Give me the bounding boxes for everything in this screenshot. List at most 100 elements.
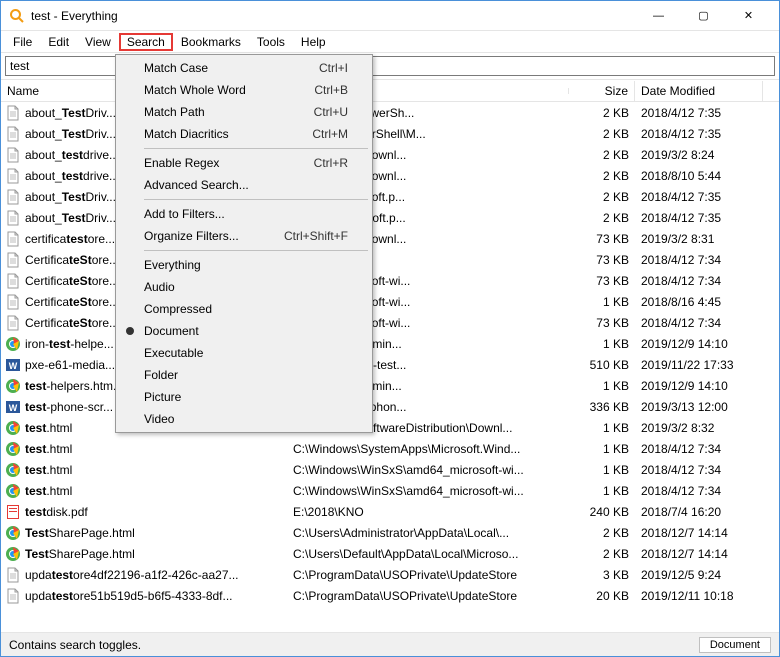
menu-item-label: Match Case [144, 61, 208, 75]
txt-icon [5, 567, 21, 583]
file-path-cell: C:\Windows\WinSxS\amd64_microsoft-wi... [289, 463, 569, 477]
menu-item-match-case[interactable]: Match CaseCtrl+I [118, 57, 370, 79]
file-date-cell: 2018/4/12 7:34 [635, 484, 763, 498]
file-size-cell: 2 KB [569, 547, 635, 561]
file-name: test-phone-scr... [25, 400, 113, 414]
file-date-cell: 2019/11/22 17:33 [635, 358, 763, 372]
menu-item-match-path[interactable]: Match PathCtrl+U [118, 101, 370, 123]
chrome-icon [5, 336, 21, 352]
file-date-cell: 2018/4/12 7:34 [635, 316, 763, 330]
menu-search[interactable]: Search [119, 33, 173, 51]
svg-text:W: W [9, 403, 18, 413]
svg-text:W: W [9, 361, 18, 371]
menu-item-label: Organize Filters... [144, 229, 239, 243]
minimize-button[interactable]: — [636, 1, 681, 31]
table-row[interactable]: updatestore51b519d5-b6f5-4333-8df...C:\P… [1, 585, 779, 606]
table-row[interactable]: TestSharePage.htmlC:\Users\Default\AppDa… [1, 543, 779, 564]
file-date-cell: 2019/12/5 9:24 [635, 568, 763, 582]
menu-item-advanced-search[interactable]: Advanced Search... [118, 174, 370, 196]
menu-item-video[interactable]: Video [118, 408, 370, 430]
file-name: CertificateStore... [25, 295, 119, 309]
file-size-cell: 510 KB [569, 358, 635, 372]
file-date-cell: 2019/3/13 12:00 [635, 400, 763, 414]
file-size-cell: 2 KB [569, 526, 635, 540]
shortcut-label: Ctrl+U [314, 105, 348, 119]
menu-item-match-whole-word[interactable]: Match Whole WordCtrl+B [118, 79, 370, 101]
file-date-cell: 2019/12/9 14:10 [635, 379, 763, 393]
file-size-cell: 3 KB [569, 568, 635, 582]
menu-item-match-diacritics[interactable]: Match DiacriticsCtrl+M [118, 123, 370, 145]
file-date-cell: 2019/3/2 8:32 [635, 421, 763, 435]
menu-item-executable[interactable]: Executable [118, 342, 370, 364]
chrome-icon [5, 420, 21, 436]
filter-indicator[interactable]: Document [699, 637, 771, 653]
menu-item-compressed[interactable]: Compressed [118, 298, 370, 320]
menu-edit[interactable]: Edit [40, 33, 77, 51]
menu-item-audio[interactable]: Audio [118, 276, 370, 298]
shortcut-label: Ctrl+B [314, 83, 348, 97]
menu-separator [144, 250, 368, 251]
file-size-cell: 73 KB [569, 316, 635, 330]
file-name: test.html [25, 421, 72, 435]
file-size-cell: 1 KB [569, 295, 635, 309]
maximize-button[interactable]: ▢ [681, 1, 726, 31]
menu-file[interactable]: File [5, 33, 40, 51]
menu-tools[interactable]: Tools [249, 33, 293, 51]
file-size-cell: 1 KB [569, 442, 635, 456]
txt-icon [5, 147, 21, 163]
file-date-cell: 2018/12/7 14:14 [635, 547, 763, 561]
table-row[interactable]: test.html C:\Windows\WinSxS\amd64_microso… [1, 459, 779, 480]
table-row[interactable]: TestSharePage.htmlC:\Users\Administrator… [1, 522, 779, 543]
file-name-cell: TestSharePage.html [1, 525, 289, 541]
file-date-cell: 2019/12/9 14:10 [635, 337, 763, 351]
file-name-cell: updatestore4df22196-a1f2-426c-aa27... [1, 567, 289, 583]
file-path-cell: E:\2018\KNO [289, 505, 569, 519]
file-name: TestSharePage.html [25, 526, 135, 540]
menu-item-everything[interactable]: Everything [118, 254, 370, 276]
close-button[interactable]: ✕ [726, 1, 771, 31]
file-name: iron-test-helpe... [25, 337, 114, 351]
file-name: test-helpers.htm... [25, 379, 123, 393]
txt-icon [5, 315, 21, 331]
status-text: Contains search toggles. [9, 638, 141, 652]
menu-item-organize-filters[interactable]: Organize Filters...Ctrl+Shift+F [118, 225, 370, 247]
header-date[interactable]: Date Modified [635, 81, 763, 101]
file-name-cell: test.html [1, 441, 289, 457]
shortcut-label: Ctrl+M [312, 127, 348, 141]
app-icon [9, 8, 25, 24]
word-icon: W [5, 399, 21, 415]
menu-item-enable-regex[interactable]: Enable RegexCtrl+R [118, 152, 370, 174]
menu-item-picture[interactable]: Picture [118, 386, 370, 408]
file-size-cell: 73 KB [569, 274, 635, 288]
menu-view[interactable]: View [77, 33, 119, 51]
menu-item-label: Advanced Search... [144, 178, 249, 192]
file-date-cell: 2018/4/12 7:35 [635, 106, 763, 120]
file-size-cell: 1 KB [569, 484, 635, 498]
chrome-icon [5, 462, 21, 478]
menu-help[interactable]: Help [293, 33, 334, 51]
menu-separator [144, 148, 368, 149]
table-row[interactable]: test.htmlC:\Windows\SystemApps\Microsoft… [1, 438, 779, 459]
file-name: about_testdrive... [25, 169, 119, 183]
table-row[interactable]: test.htmlC:\Windows\WinSxS\amd64_microso… [1, 480, 779, 501]
header-size[interactable]: Size [569, 81, 635, 101]
file-name: CertificateStore... [25, 274, 119, 288]
table-row[interactable]: testdisk.pdfE:\2018\KNO240 KB2018/7/4 16… [1, 501, 779, 522]
menu-item-folder[interactable]: Folder [118, 364, 370, 386]
menu-item-document[interactable]: Document [118, 320, 370, 342]
file-path-cell: C:\ProgramData\USOPrivate\UpdateStore [289, 568, 569, 582]
file-name: test.html [25, 463, 72, 477]
table-row[interactable]: updatestore4df22196-a1f2-426c-aa27...C:\… [1, 564, 779, 585]
file-date-cell: 2018/4/12 7:34 [635, 253, 763, 267]
menu-item-add-to-filters[interactable]: Add to Filters... [118, 203, 370, 225]
menu-bookmarks[interactable]: Bookmarks [173, 33, 249, 51]
menu-item-label: Document [144, 324, 199, 338]
file-date-cell: 2019/3/2 8:24 [635, 148, 763, 162]
file-name: test.html [25, 484, 72, 498]
menu-item-label: Enable Regex [144, 156, 219, 170]
radio-bullet-icon [126, 327, 134, 335]
file-name: TestSharePage.html [25, 547, 135, 561]
file-size-cell: 1 KB [569, 463, 635, 477]
file-date-cell: 2018/4/12 7:34 [635, 463, 763, 477]
file-date-cell: 2019/3/2 8:31 [635, 232, 763, 246]
